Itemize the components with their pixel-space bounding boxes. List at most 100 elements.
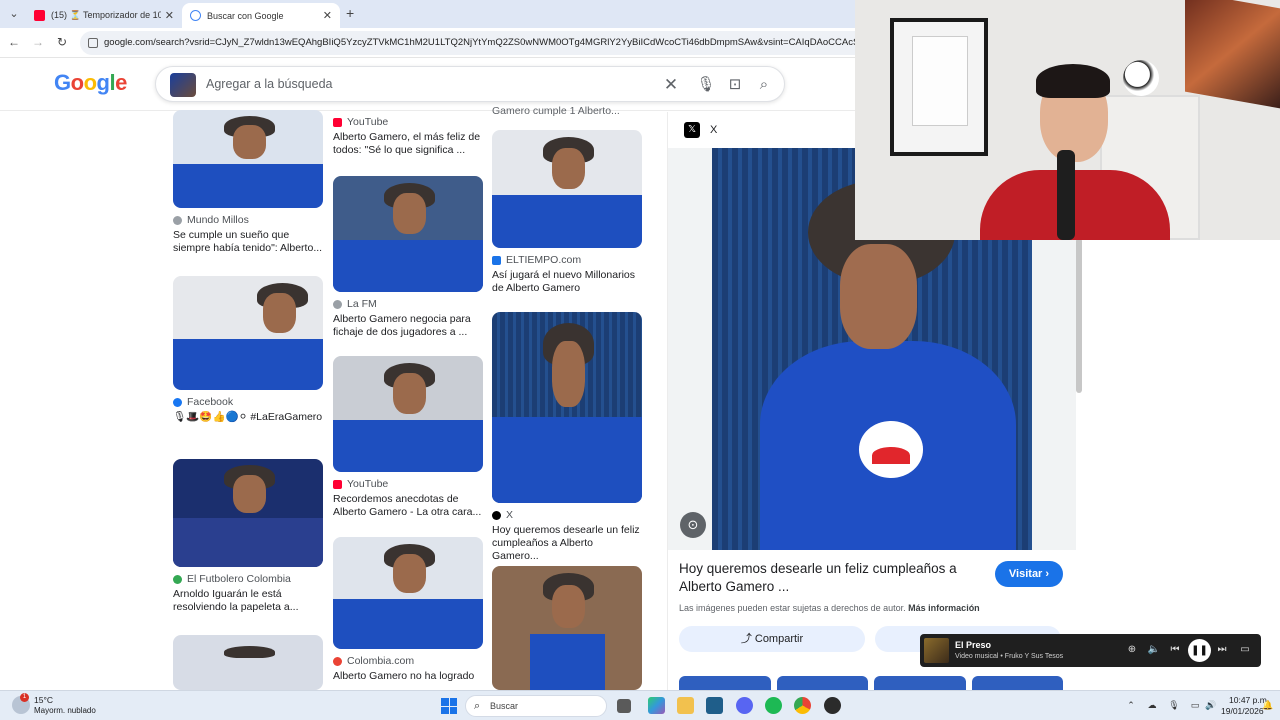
- image-result[interactable]: La FM Alberto Gamero negocia para fichaj…: [333, 176, 483, 339]
- url-field[interactable]: google.com/search?vsrid=CJyN_Z7wldn13wEQ…: [80, 31, 870, 55]
- google-logo[interactable]: Google: [54, 70, 127, 96]
- weather-temperature[interactable]: 15°C: [34, 695, 53, 705]
- result-title[interactable]: Así jugará el nuevo Millonarios de Alber…: [492, 269, 642, 295]
- result-thumbnail[interactable]: [492, 312, 642, 503]
- image-result[interactable]: ELTIEMPO.com Así jugará el nuevo Millona…: [492, 130, 642, 295]
- result-thumbnail[interactable]: [173, 110, 323, 208]
- forward-arrow-icon[interactable]: →: [30, 34, 46, 50]
- tab-close-icon[interactable]: ✕: [165, 9, 174, 22]
- result-thumbnail[interactable]: [492, 130, 642, 248]
- result-source[interactable]: El Futbolero Colombia: [173, 573, 323, 585]
- visit-button[interactable]: Visitar ›: [995, 561, 1063, 587]
- search-box[interactable]: Agregar a la búsqueda ✕ 🎙 ⊡ ⌕: [155, 66, 785, 102]
- volume-icon[interactable]: 🔈: [1147, 643, 1161, 657]
- result-source[interactable]: Mundo Millos: [173, 214, 323, 226]
- add-icon[interactable]: ⊕: [1125, 643, 1139, 657]
- taskbar-search[interactable]: Buscar: [465, 695, 607, 717]
- lens-search-icon[interactable]: ⊙: [680, 512, 706, 538]
- result-thumbnail[interactable]: [173, 459, 323, 567]
- discord-icon[interactable]: [736, 697, 753, 714]
- image-result[interactable]: YouTube Recordemos anecdotas de Alberto …: [333, 356, 483, 519]
- tray-chevron-up-icon[interactable]: ⌃: [1125, 699, 1137, 711]
- microphone-icon[interactable]: 🎙: [696, 75, 716, 95]
- notifications-icon[interactable]: 🔔: [1262, 699, 1274, 711]
- weather-description[interactable]: Mayorm. nublado: [34, 706, 96, 715]
- media-player-overlay: El Preso Video musical • Fruko Y Sus Tes…: [920, 634, 1261, 667]
- result-thumbnail[interactable]: [492, 566, 642, 690]
- result-source[interactable]: Facebook: [173, 396, 323, 408]
- streamer: [980, 60, 1170, 240]
- back-arrow-icon[interactable]: ←: [6, 34, 22, 50]
- search-icon[interactable]: ⌕: [754, 75, 774, 95]
- next-track-icon[interactable]: ⏭: [1215, 643, 1229, 657]
- store-icon[interactable]: [706, 697, 723, 714]
- reload-icon[interactable]: ↻: [54, 34, 70, 50]
- windows-start-icon[interactable]: [441, 698, 457, 714]
- microphone-tray-icon[interactable]: 🎙: [1168, 699, 1180, 711]
- query-image-thumbnail[interactable]: [170, 73, 196, 97]
- facebook-icon: [173, 397, 182, 407]
- result-source[interactable]: X: [492, 509, 642, 521]
- preview-title[interactable]: Hoy queremos desearle un feliz cumpleaño…: [679, 560, 979, 596]
- site-info-icon[interactable]: [88, 38, 98, 48]
- result-thumbnail[interactable]: [173, 276, 323, 390]
- more-info-link[interactable]: Más información: [908, 603, 980, 613]
- result-title[interactable]: Alberto Gamero, el más feliz de todos: "…: [333, 131, 483, 157]
- result-source[interactable]: YouTube: [333, 116, 483, 128]
- file-explorer-icon[interactable]: [677, 697, 694, 714]
- image-result[interactable]: X Hoy queremos desearle un feliz cumplea…: [492, 312, 642, 563]
- cast-icon[interactable]: ▭: [1238, 643, 1252, 657]
- share-button[interactable]: ⤴ Compartir: [679, 626, 865, 652]
- image-result[interactable]: Mundo Millos Se cumple un sueño que siem…: [173, 110, 323, 255]
- result-source[interactable]: Colombia.com: [333, 655, 483, 667]
- result-thumbnail[interactable]: [173, 635, 323, 690]
- display-icon[interactable]: ▭: [1189, 699, 1201, 711]
- image-result[interactable]: [492, 566, 642, 690]
- result-source[interactable]: YouTube: [333, 478, 483, 490]
- result-title[interactable]: 🎙🎩🤩👍🔵⚪ #LaEraGamero: [173, 411, 323, 424]
- image-result[interactable]: [173, 635, 323, 690]
- task-view-icon[interactable]: [617, 699, 631, 713]
- chrome-icon[interactable]: [794, 697, 811, 714]
- result-title[interactable]: Recordemos anecdotas de Alberto Gamero -…: [333, 493, 483, 519]
- clear-icon[interactable]: ✕: [661, 75, 681, 95]
- spotify-icon[interactable]: [765, 697, 782, 714]
- result-source[interactable]: La FM: [333, 298, 483, 310]
- album-art: [924, 638, 949, 663]
- result-title[interactable]: Alberto Gamero no ha logrado: [333, 670, 483, 683]
- image-result[interactable]: Colombia.com Alberto Gamero no ha lograd…: [333, 537, 483, 683]
- result-title[interactable]: Hoy queremos desearle un feliz cumpleaño…: [492, 524, 642, 563]
- new-tab-plus-icon[interactable]: +: [346, 5, 354, 21]
- result-title[interactable]: Se cumple un sueño que siempre había ten…: [173, 229, 323, 255]
- result-thumbnail[interactable]: [333, 537, 483, 649]
- result-title[interactable]: Gamero cumple 1 Alberto...: [492, 105, 642, 118]
- preview-source[interactable]: 𝕏 X: [684, 122, 717, 138]
- image-result[interactable]: Facebook 🎙🎩🤩👍🔵⚪ #LaEraGamero: [173, 276, 323, 424]
- image-result[interactable]: Gamero cumple 1 Alberto...: [492, 102, 642, 118]
- volume-tray-icon[interactable]: 🔊: [1205, 699, 1217, 711]
- source-favicon-icon: [333, 656, 342, 666]
- image-result[interactable]: YouTube Alberto Gamero, el más feliz de …: [333, 112, 483, 157]
- preview-scrollbar[interactable]: [1076, 238, 1082, 393]
- tab-close-icon[interactable]: ✕: [323, 9, 332, 22]
- related-images-strip[interactable]: [679, 676, 1063, 690]
- result-title[interactable]: Alberto Gamero negocia para fichaje de d…: [333, 313, 483, 339]
- result-thumbnail[interactable]: [333, 356, 483, 472]
- taskbar: 1 15°C Mayorm. nublado Buscar ⌃ ☁ 🎙 ▭ 🔊 …: [0, 690, 1280, 720]
- copilot-icon[interactable]: [648, 697, 665, 714]
- header-divider: [0, 110, 855, 111]
- network-icon[interactable]: ☁: [1146, 699, 1158, 711]
- image-result[interactable]: El Futbolero Colombia Arnoldo Iguarán le…: [173, 459, 323, 614]
- tab-buscar-con-google[interactable]: Buscar con Google ✕: [182, 3, 340, 28]
- obs-icon[interactable]: [824, 697, 841, 714]
- pause-icon[interactable]: ❚❚: [1188, 639, 1211, 662]
- result-title[interactable]: Arnoldo Iguarán le está resolviendo la p…: [173, 588, 323, 614]
- result-thumbnail[interactable]: [333, 176, 483, 292]
- result-source[interactable]: ELTIEMPO.com: [492, 254, 642, 266]
- tab-temporizador[interactable]: (15) ⏳ Temporizador de 10 ✕: [26, 3, 182, 28]
- clock-date[interactable]: 19/01/2026: [1221, 706, 1264, 716]
- tab-search-menu-icon[interactable]: ⌄: [6, 6, 22, 22]
- search-input[interactable]: Agregar a la búsqueda: [206, 77, 332, 91]
- lens-camera-icon[interactable]: ⊡: [725, 75, 745, 95]
- previous-track-icon[interactable]: ⏮: [1168, 643, 1182, 657]
